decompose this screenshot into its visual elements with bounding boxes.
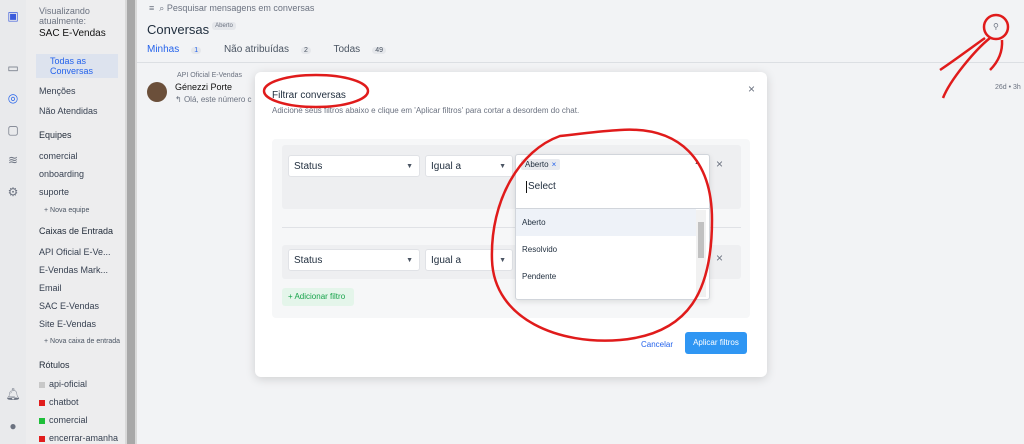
annotation-circle [490,128,714,342]
annotation-overlay [262,13,1010,342]
annotation-circle [262,73,370,109]
annotation-circle [982,13,1010,41]
annotation-arrow [939,36,1004,99]
